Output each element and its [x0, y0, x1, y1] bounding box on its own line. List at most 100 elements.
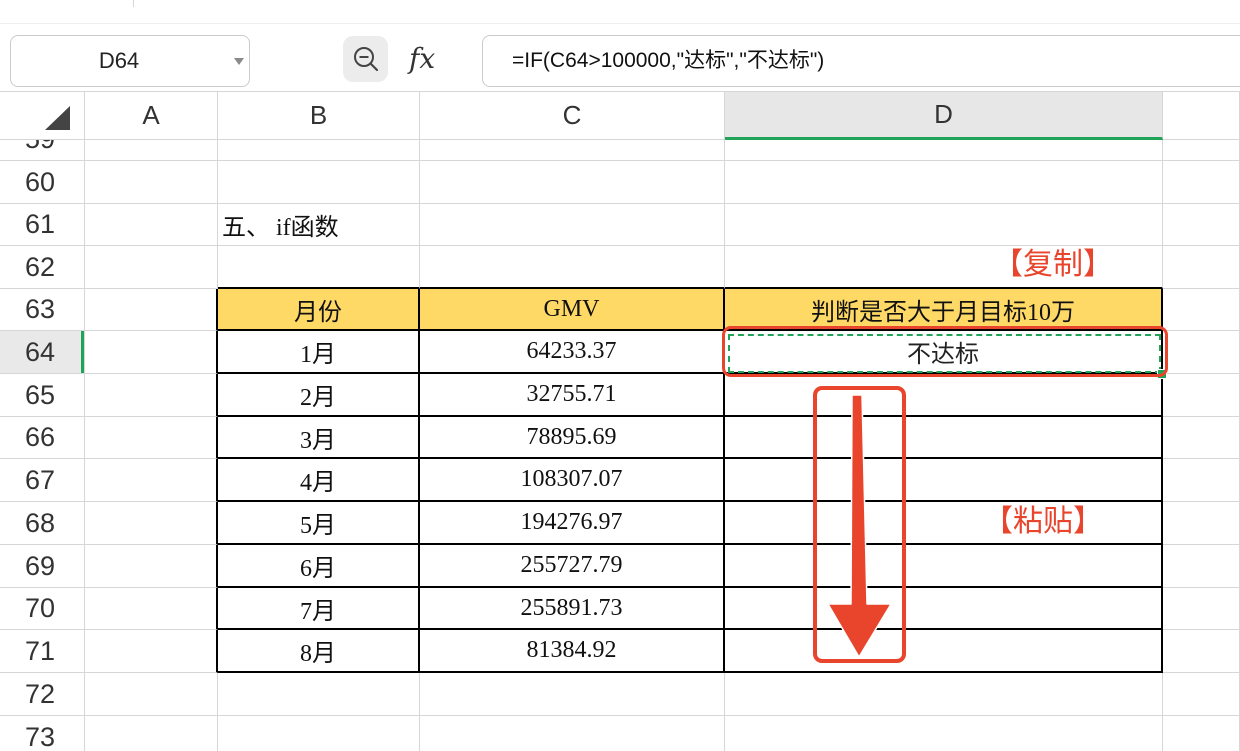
cell-a64[interactable] — [85, 331, 218, 374]
row-header-59[interactable]: 59 — [0, 140, 85, 161]
cell-e70[interactable] — [1163, 588, 1240, 630]
chevron-down-icon[interactable] — [234, 58, 244, 65]
cell-e73[interactable] — [1163, 716, 1240, 751]
cell-a66[interactable] — [85, 417, 218, 459]
column-header-c[interactable]: C — [420, 92, 725, 140]
cell-b68-month[interactable]: 5月 — [218, 502, 420, 545]
cell-c71-gmv[interactable]: 81384.92 — [420, 630, 725, 673]
row-header-71[interactable]: 71 — [0, 630, 85, 673]
cell-d70-result[interactable] — [725, 588, 1163, 630]
cell-c67-gmv[interactable]: 108307.07 — [420, 459, 725, 502]
cell-a61[interactable] — [85, 204, 218, 246]
cell-c60[interactable] — [420, 161, 725, 204]
cell-d59[interactable] — [725, 140, 1163, 161]
cell-b73[interactable] — [218, 716, 420, 751]
row-header-67[interactable]: 67 — [0, 459, 85, 502]
row-header-70[interactable]: 70 — [0, 588, 85, 630]
cell-e61[interactable] — [1163, 204, 1240, 246]
cell-b62[interactable] — [218, 246, 420, 289]
formula-input[interactable]: =IF(C64>100000,"达标","不达标") — [482, 35, 1240, 87]
cell-e72[interactable] — [1163, 673, 1240, 716]
table-header-month[interactable]: 月份 — [218, 289, 420, 331]
cell-c72[interactable] — [420, 673, 725, 716]
cell-b60[interactable] — [218, 161, 420, 204]
cell-e68[interactable] — [1163, 502, 1240, 545]
cell-d61[interactable] — [725, 204, 1163, 246]
select-all-corner[interactable] — [0, 92, 85, 140]
cell-a70[interactable] — [85, 588, 218, 630]
cell-c62[interactable] — [420, 246, 725, 289]
cell-b65-month[interactable]: 2月 — [218, 374, 420, 417]
column-header-a[interactable]: A — [85, 92, 218, 140]
cell-d73[interactable] — [725, 716, 1163, 751]
cell-c65-gmv[interactable]: 32755.71 — [420, 374, 725, 417]
cell-d69-result[interactable] — [725, 545, 1163, 588]
column-header-e[interactable] — [1163, 92, 1240, 140]
table-header-gmv[interactable]: GMV — [420, 289, 725, 331]
cell-a67[interactable] — [85, 459, 218, 502]
row-header-69[interactable]: 69 — [0, 545, 85, 588]
cell-c66-gmv[interactable]: 78895.69 — [420, 417, 725, 459]
row-header-73[interactable]: 73 — [0, 716, 85, 751]
cell-a72[interactable] — [85, 673, 218, 716]
fill-handle[interactable] — [1157, 369, 1167, 379]
cell-d71-result[interactable] — [725, 630, 1163, 673]
cell-d65-result[interactable] — [725, 374, 1163, 417]
cell-a69[interactable] — [85, 545, 218, 588]
column-header-d[interactable]: D — [725, 92, 1163, 140]
row-header-62[interactable]: 62 — [0, 246, 85, 289]
cell-c64-gmv[interactable]: 64233.37 — [420, 331, 725, 374]
cell-d60[interactable] — [725, 161, 1163, 204]
row-header-66[interactable]: 66 — [0, 417, 85, 459]
cell-d67-result[interactable] — [725, 459, 1163, 502]
row-header-65[interactable]: 65 — [0, 374, 85, 417]
cell-d72[interactable] — [725, 673, 1163, 716]
cell-b71-month[interactable]: 8月 — [218, 630, 420, 673]
name-box[interactable]: D64 — [10, 35, 250, 87]
cell-b64-month[interactable]: 1月 — [218, 331, 420, 374]
cell-a59[interactable] — [85, 140, 218, 161]
cell-c69-gmv[interactable]: 255727.79 — [420, 545, 725, 588]
cell-a73[interactable] — [85, 716, 218, 751]
cell-d66-result[interactable] — [725, 417, 1163, 459]
row-header-72[interactable]: 72 — [0, 673, 85, 716]
cell-a71[interactable] — [85, 630, 218, 673]
cell-b72[interactable] — [218, 673, 420, 716]
table-header-judgement[interactable]: 判断是否大于月目标10万 — [725, 289, 1163, 331]
cell-a65[interactable] — [85, 374, 218, 417]
cell-e59[interactable] — [1163, 140, 1240, 161]
cell-d64-result[interactable]: 不达标 — [725, 331, 1163, 374]
cell-a62[interactable] — [85, 246, 218, 289]
row-header-61[interactable]: 61 — [0, 204, 85, 246]
cell-e62[interactable] — [1163, 246, 1240, 289]
cell-b61-section-title[interactable]: 五、 if函数 — [218, 204, 420, 246]
column-header-b[interactable]: B — [218, 92, 420, 140]
cell-e64[interactable] — [1163, 331, 1240, 374]
cell-c61[interactable] — [420, 204, 725, 246]
cell-c68-gmv[interactable]: 194276.97 — [420, 502, 725, 545]
cell-c59[interactable] — [420, 140, 725, 161]
cell-e65[interactable] — [1163, 374, 1240, 417]
row-header-63[interactable]: 63 — [0, 289, 85, 331]
cell-a68[interactable] — [85, 502, 218, 545]
cell-e71[interactable] — [1163, 630, 1240, 673]
cell-e60[interactable] — [1163, 161, 1240, 204]
cell-c70-gmv[interactable]: 255891.73 — [420, 588, 725, 630]
cell-e66[interactable] — [1163, 417, 1240, 459]
row-header-60[interactable]: 60 — [0, 161, 85, 204]
cell-e67[interactable] — [1163, 459, 1240, 502]
cell-b67-month[interactable]: 4月 — [218, 459, 420, 502]
insert-function-button[interactable]: fx — [409, 37, 435, 81]
zoom-out-button[interactable] — [343, 36, 388, 82]
cell-c73[interactable] — [420, 716, 725, 751]
cell-a60[interactable] — [85, 161, 218, 204]
cell-a63[interactable] — [85, 289, 218, 331]
cell-b70-month[interactable]: 7月 — [218, 588, 420, 630]
cell-e69[interactable] — [1163, 545, 1240, 588]
cell-b59[interactable] — [218, 140, 420, 161]
cell-b66-month[interactable]: 3月 — [218, 417, 420, 459]
row-header-64[interactable]: 64 — [0, 331, 85, 374]
cell-e63[interactable] — [1163, 289, 1240, 331]
row-header-68[interactable]: 68 — [0, 502, 85, 545]
cell-b69-month[interactable]: 6月 — [218, 545, 420, 588]
